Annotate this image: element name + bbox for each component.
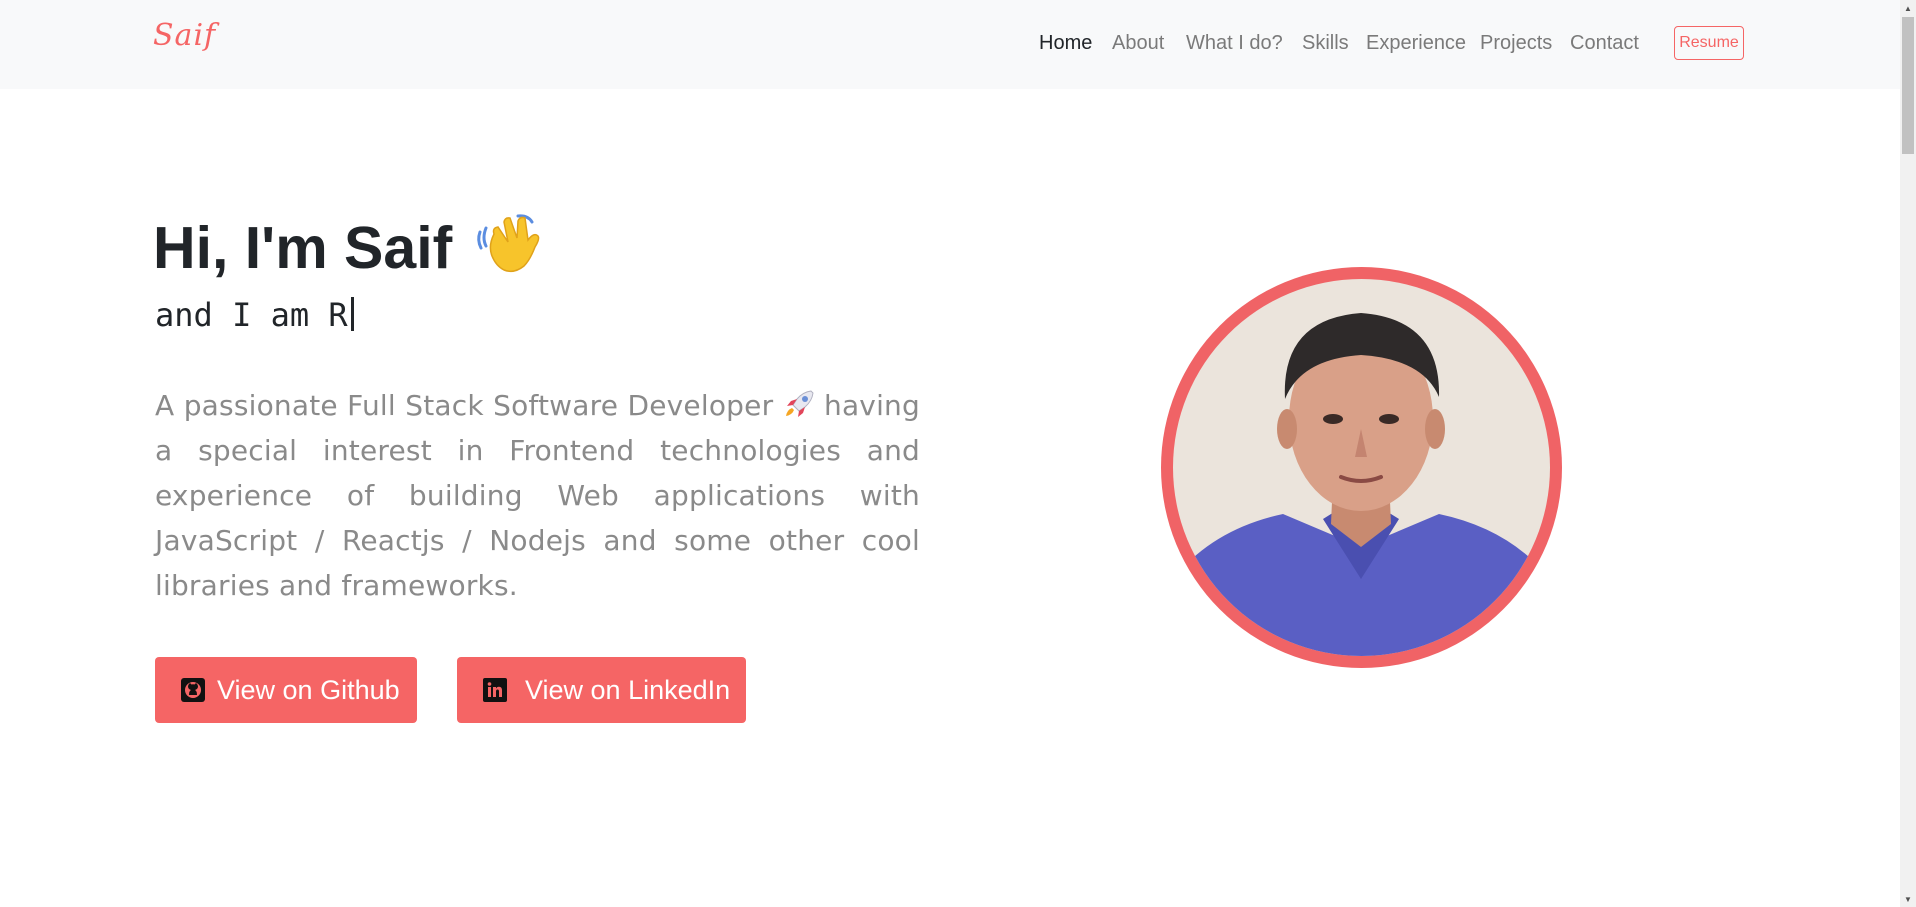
profile-photo-image <box>1173 279 1550 656</box>
nav-link-projects[interactable]: Projects <box>1480 32 1552 55</box>
navbar: Saif Home About What I do? Skills Experi… <box>0 0 1900 89</box>
nav-link-experience[interactable]: Experience <box>1366 32 1466 55</box>
github-button-label: View on Github <box>217 674 400 705</box>
nav-link-contact[interactable]: Contact <box>1570 32 1639 55</box>
nav-link-skills[interactable]: Skills <box>1302 32 1349 55</box>
waving-hand-icon <box>474 212 544 274</box>
typed-text: and I am R <box>155 296 348 334</box>
typed-role-line: and I am R <box>155 296 354 334</box>
linkedin-icon <box>483 678 507 702</box>
view-github-button[interactable]: View on Github <box>155 657 417 723</box>
scroll-down-arrow-icon[interactable]: ▼ <box>1900 891 1916 907</box>
rocket-icon <box>783 387 815 417</box>
profile-photo <box>1161 267 1562 668</box>
intro-text-start: A passionate Full Stack Software Develop… <box>155 389 774 422</box>
intro-paragraph: A passionate Full Stack Software Develop… <box>155 383 920 608</box>
linkedin-button-label: View on LinkedIn <box>525 674 731 705</box>
typing-cursor <box>350 297 354 331</box>
github-icon <box>181 678 205 702</box>
nav-link-what-i-do[interactable]: What I do? <box>1186 32 1283 55</box>
hero-heading: Hi, I'm Saif <box>153 212 544 282</box>
hero-greeting: Hi, I'm Saif <box>153 215 453 281</box>
scroll-thumb[interactable] <box>1902 17 1914 154</box>
nav-link-about[interactable]: About <box>1112 32 1164 55</box>
nav-link-home[interactable]: Home <box>1039 32 1092 55</box>
scroll-up-arrow-icon[interactable]: ▲ <box>1900 0 1916 16</box>
brand-logo[interactable]: Saif <box>153 18 216 53</box>
page-scrollbar[interactable]: ▲ ▼ <box>1900 0 1916 907</box>
resume-button[interactable]: Resume <box>1674 26 1744 60</box>
view-linkedin-button[interactable]: View on LinkedIn <box>457 657 746 723</box>
